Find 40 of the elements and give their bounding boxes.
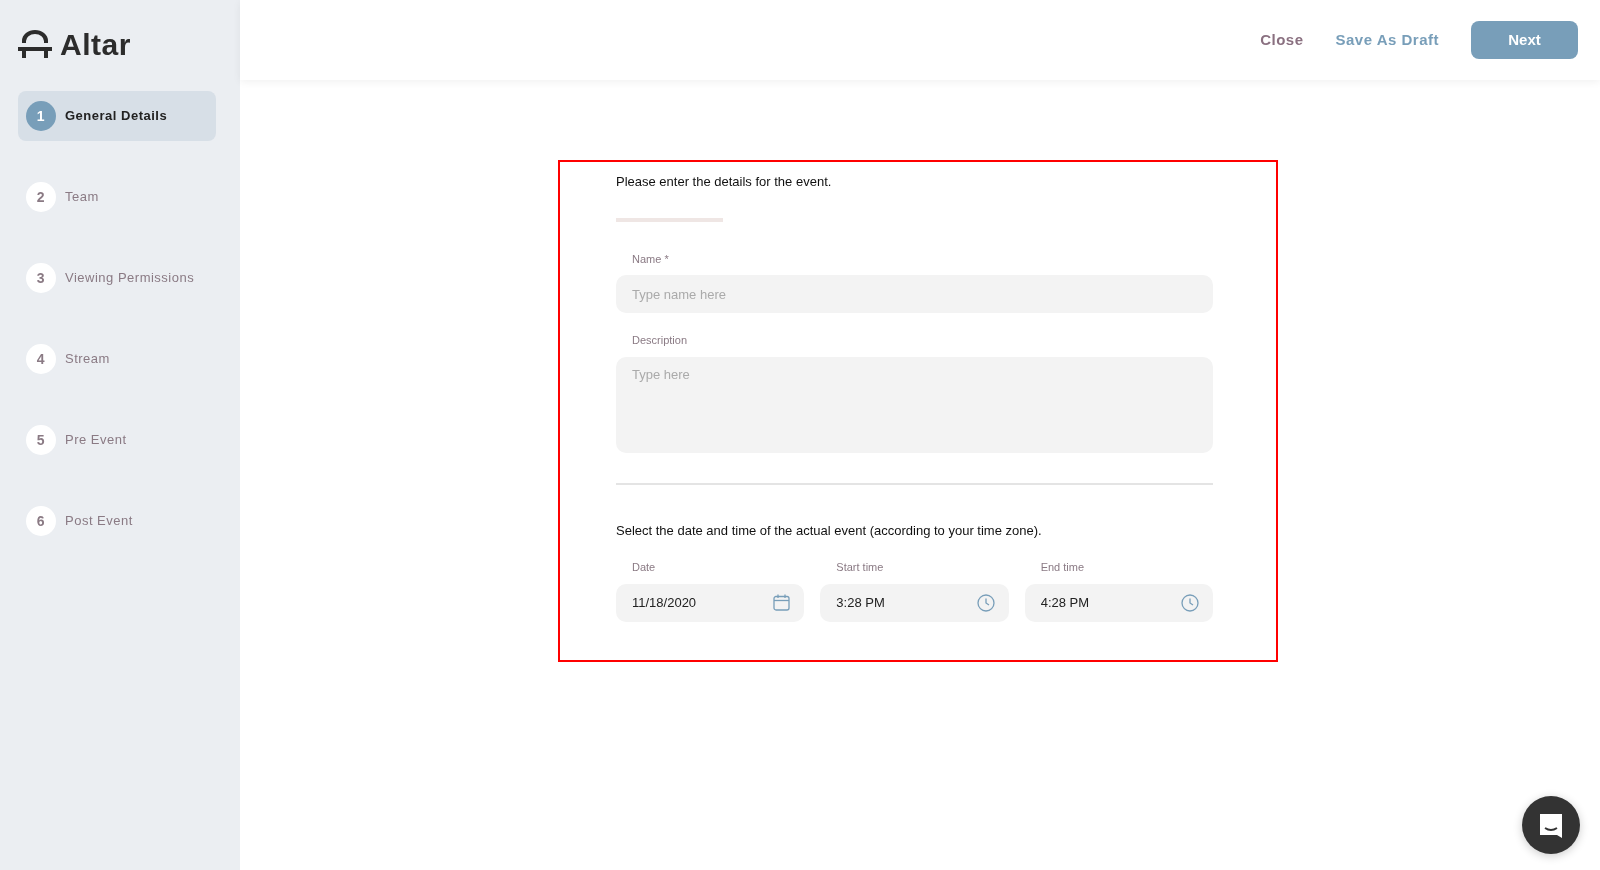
step-item[interactable]: 1 General Details — [18, 91, 216, 141]
step-item[interactable]: 3 Viewing Permissions — [18, 253, 216, 303]
time-input[interactable]: 3:28 PM — [820, 583, 1009, 622]
step-label: Viewing Permissions — [65, 269, 195, 288]
close-button[interactable]: Close — [1260, 28, 1304, 52]
next-button[interactable]: Next — [1471, 21, 1578, 59]
step-item[interactable]: 5 Pre Event — [18, 415, 216, 465]
step-label: Team — [65, 188, 99, 207]
datetime-intro-text: Select the date and time of the actual event (according to your time zone). — [616, 521, 1043, 540]
clock-icon — [1181, 593, 1199, 612]
time-input[interactable]: 4:28 PM — [1024, 583, 1213, 622]
step-number: 3 — [26, 263, 56, 293]
field-label: Date — [632, 560, 656, 575]
logo-icon — [18, 29, 52, 60]
field-label: Start time — [836, 560, 884, 575]
step-number: 5 — [26, 425, 56, 455]
date-input[interactable]: 11/18/2020 — [616, 583, 805, 622]
save-draft-button[interactable]: Save As Draft — [1335, 28, 1439, 52]
step-number: 6 — [26, 506, 56, 536]
step-item[interactable]: 2 Team — [18, 172, 216, 222]
step-item[interactable]: 4 Stream — [18, 334, 216, 384]
field-label: Name * — [632, 251, 669, 267]
step-label: Pre Event — [65, 431, 127, 450]
step-label: Post Event — [65, 512, 133, 531]
intro-text: Please enter the details for the event. — [616, 173, 833, 191]
step-label: Stream — [65, 350, 110, 369]
clock-icon — [976, 593, 995, 612]
description-input[interactable]: Type here — [616, 356, 1213, 453]
field-label: Description — [632, 333, 688, 348]
step-item[interactable]: 6 Post Event — [18, 496, 216, 546]
chat-icon — [1537, 811, 1565, 839]
name-input[interactable]: Type name here — [616, 275, 1213, 313]
field-label: End time — [1040, 560, 1085, 575]
step-label: General Details — [65, 107, 168, 126]
chat-button[interactable] — [1522, 796, 1580, 854]
logo-text: Altar — [60, 27, 131, 63]
step-number: 2 — [26, 182, 56, 212]
calendar-icon — [773, 594, 791, 611]
step-number: 4 — [26, 344, 56, 374]
step-number: 1 — [26, 101, 56, 131]
